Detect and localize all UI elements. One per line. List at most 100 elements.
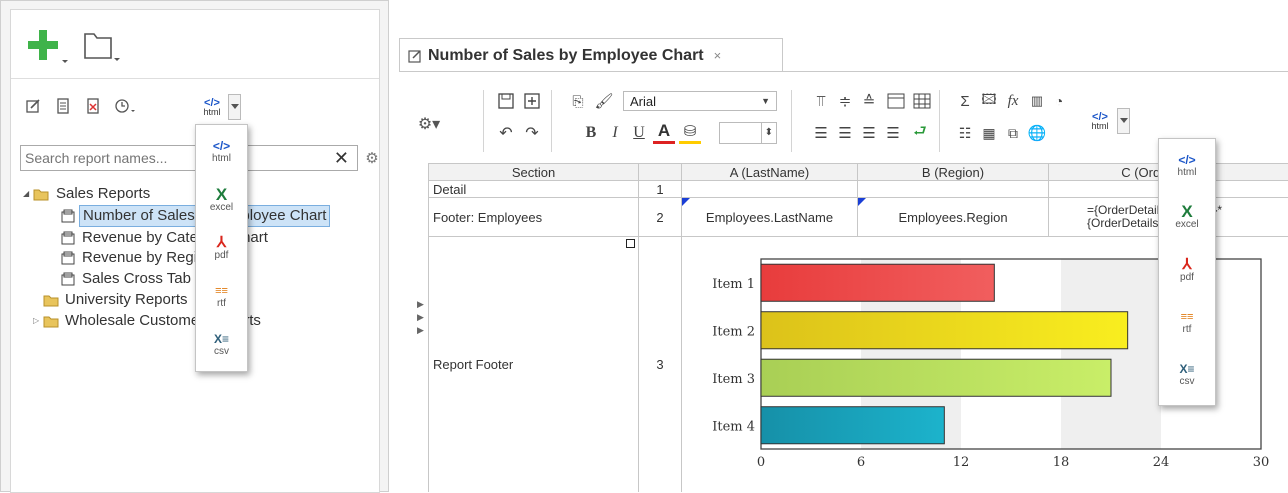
format-caption: excel [209, 201, 234, 213]
table-icon[interactable]: ▦ [979, 122, 999, 144]
collapsed-triangle-icon: ▷ [33, 316, 40, 325]
rtf-icon: ≡≡ [215, 284, 228, 297]
document-icon[interactable] [53, 96, 73, 116]
format-caption: rtf [217, 297, 226, 309]
justify-icon[interactable]: ☰ [883, 122, 903, 144]
format-painter-icon[interactable]: ⎘ [567, 90, 589, 112]
format-caption: rtf [1182, 323, 1192, 335]
align-center-icon[interactable]: ☰ [835, 122, 855, 144]
format-caption: html [1177, 166, 1197, 178]
section-cell[interactable]: Footer: Employees [428, 198, 639, 237]
folder-open-icon [33, 188, 49, 201]
align-right-icon[interactable]: ☰ [859, 122, 879, 144]
column-header[interactable]: A (LastName) [682, 163, 858, 181]
tree-folder-sales-reports[interactable]: ◢ Sales Reports [23, 183, 153, 205]
insert-icon[interactable] [521, 90, 543, 112]
function-icon[interactable]: fx [1003, 90, 1023, 112]
font-size-input[interactable]: ⬍ [719, 122, 777, 144]
image-icon[interactable]: 🖾 [979, 90, 999, 112]
column-header[interactable]: B (Region) [858, 163, 1049, 181]
row-number: 3 [639, 237, 682, 492]
align-left-icon[interactable]: ☰ [811, 122, 831, 144]
export-rtf-item[interactable]: ≡≡ rtf [1159, 299, 1215, 345]
export-excel-item[interactable]: X excel [1159, 194, 1215, 240]
cell-a2[interactable]: Employees.LastName [682, 198, 858, 237]
report-tab[interactable]: Number of Sales by Employee Chart × [399, 38, 783, 72]
export-dropdown-button[interactable] [228, 94, 241, 120]
italic-icon[interactable]: I [605, 122, 625, 144]
export-rtf-item[interactable]: ≡≡ rtf [196, 273, 247, 319]
list-icon[interactable]: ☷ [955, 122, 975, 144]
section-label: Report Footer [433, 357, 514, 372]
cell-a1[interactable] [682, 181, 858, 198]
row-number-label: 3 [656, 357, 664, 372]
stepper-icon[interactable]: ⬍ [760, 123, 776, 143]
expand-arrows-icon[interactable]: ▶ ▶ ▶ [417, 298, 427, 348]
section-cell[interactable]: Detail [428, 181, 639, 198]
add-report-icon[interactable] [28, 26, 72, 66]
settings-gear-icon[interactable]: ⚙▾ [415, 112, 443, 136]
export-html-button[interactable]: </> html [195, 94, 229, 120]
subreport-icon[interactable]: ⧉ [1003, 122, 1023, 144]
resize-handle-icon[interactable] [626, 239, 635, 248]
category-label: Item 2 [712, 324, 755, 339]
report-icon [61, 231, 76, 245]
brush-icon[interactable]: 🖌 [593, 90, 615, 112]
export-menu-left: </> html X excel ⅄ pdf ≡≡ rtf X≡ csv [195, 124, 248, 372]
section-label: Detail [433, 181, 467, 197]
export-html-item[interactable]: </> html [196, 128, 247, 174]
tree-label: Sales Reports [56, 185, 151, 202]
font-color-icon[interactable]: A [653, 120, 675, 144]
tree-report[interactable]: Revenue by Region [61, 247, 217, 269]
undo-icon[interactable]: ↶ [495, 122, 517, 144]
report-icon [61, 272, 76, 286]
align-top-icon[interactable]: ⫪ [811, 90, 831, 112]
borders-icon[interactable] [885, 90, 907, 112]
tree-folder-university-reports[interactable]: University Reports [43, 289, 191, 311]
export-html-button[interactable]: </> html [1083, 108, 1117, 134]
export-excel-item[interactable]: X excel [196, 177, 247, 223]
edit-icon[interactable] [23, 96, 43, 116]
font-select[interactable]: Arial ▼ [623, 91, 777, 111]
export-dropdown-button[interactable] [1117, 108, 1130, 134]
cell-b2[interactable]: Employees.Region [858, 198, 1049, 237]
section-cell[interactable]: Report Footer [428, 237, 639, 492]
search-input[interactable] [21, 146, 321, 170]
export-csv-item[interactable]: X≡ csv [196, 321, 247, 367]
grid-icon[interactable] [911, 90, 933, 112]
save-icon[interactable] [495, 90, 517, 112]
export-pdf-item[interactable]: ⅄ pdf [1159, 247, 1215, 293]
tree-report[interactable]: Sales Cross Tab [61, 268, 194, 290]
tree-label: Sales Cross Tab [82, 270, 191, 287]
clear-search-icon[interactable]: ✕ [334, 148, 349, 168]
tab-close-button[interactable]: × [714, 48, 722, 63]
search-box: ✕ [20, 145, 358, 171]
wrap-text-icon[interactable]: ⮐ [909, 122, 931, 144]
row-number-label: 1 [656, 181, 664, 197]
format-caption: pdf [1180, 271, 1194, 283]
format-caption: csv [1179, 375, 1195, 387]
tree-label: University Reports [65, 291, 188, 308]
export-pdf-item[interactable]: ⅄ pdf [196, 225, 247, 271]
new-folder-icon[interactable] [81, 28, 121, 64]
underline-icon[interactable]: U [629, 122, 649, 144]
align-middle-icon[interactable]: ≑ [835, 90, 855, 112]
bar [760, 358, 1112, 397]
gauge-icon[interactable]: ◔ [1049, 90, 1069, 112]
export-html-item[interactable]: </> html [1159, 142, 1215, 188]
bold-icon[interactable]: B [581, 122, 601, 144]
html-icon: </> [212, 138, 231, 153]
gear-icon[interactable]: ⚙ [363, 148, 381, 168]
delete-icon[interactable] [83, 96, 103, 116]
globe-icon[interactable]: 🌐 [1027, 122, 1047, 144]
export-csv-item[interactable]: X≡ csv [1159, 351, 1215, 397]
cell-text: Employees.LastName [705, 209, 834, 225]
barcode-icon[interactable]: ▥ [1027, 90, 1047, 112]
sum-icon[interactable]: Σ [955, 90, 975, 112]
redo-icon[interactable]: ↷ [521, 122, 543, 144]
column-header[interactable]: Section [428, 163, 639, 181]
align-bottom-icon[interactable]: ≙ [859, 90, 879, 112]
fill-color-icon[interactable]: ⛁ [679, 120, 701, 144]
cell-b1[interactable] [858, 181, 1049, 198]
schedule-clock-icon[interactable] [113, 96, 137, 116]
